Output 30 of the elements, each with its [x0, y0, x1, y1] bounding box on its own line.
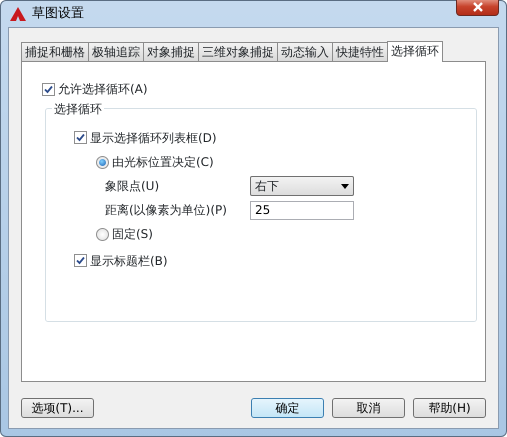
- tab[interactable]: 三维对象捕捉: [198, 42, 278, 61]
- radio-button[interactable]: [96, 228, 109, 240]
- checkbox-label: 显示标题栏(B): [90, 252, 168, 270]
- field-label: 距离(以像素为单位)(P): [105, 202, 228, 219]
- field-label: 象限点(U): [105, 178, 160, 195]
- dialog-button[interactable]: 选项(T)...: [21, 398, 94, 418]
- checkbox[interactable]: [74, 131, 87, 144]
- tab[interactable]: 极轴追踪: [88, 42, 144, 61]
- tab[interactable]: 选择循环: [387, 41, 443, 62]
- tab[interactable]: 动态输入: [277, 42, 333, 61]
- close-icon: [472, 2, 484, 12]
- radio-label: 由光标位置决定(C): [112, 154, 214, 171]
- dialog-button[interactable]: 确定: [251, 398, 324, 418]
- dialog-button[interactable]: 帮助(H): [413, 398, 486, 418]
- tab[interactable]: 快捷特性: [332, 42, 388, 61]
- checkbox-label: 显示选择循环列表框(D): [90, 130, 217, 146]
- input-field[interactable]: 25: [250, 200, 354, 220]
- app-logo-icon: [10, 7, 26, 21]
- checkbox-label: 允许选择循环(A): [58, 81, 148, 98]
- tab[interactable]: 捕捉和栅格: [21, 42, 89, 61]
- checkbox[interactable]: [42, 82, 55, 96]
- radio-button[interactable]: [96, 156, 109, 168]
- dialog-button[interactable]: 取消: [332, 398, 405, 418]
- checkbox[interactable]: [74, 254, 87, 267]
- window-title: 草图设置: [32, 5, 84, 24]
- radio-label: 固定(S): [112, 226, 153, 243]
- close-button[interactable]: [456, 0, 499, 16]
- tab[interactable]: 对象捕捉: [143, 42, 199, 61]
- caret-icon: [341, 184, 349, 188]
- dropdown[interactable]: 右下: [250, 176, 354, 196]
